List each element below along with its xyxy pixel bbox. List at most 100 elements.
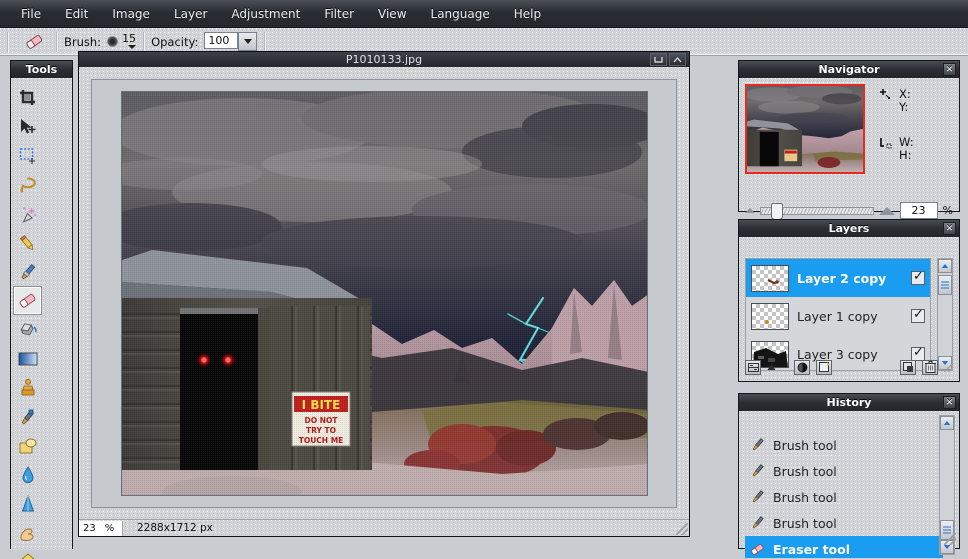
tool-pencil[interactable] [13, 228, 42, 257]
layer-thumbnail[interactable] [751, 265, 789, 292]
layers-resize-grip[interactable] [944, 363, 953, 372]
layer-visibility-checkbox[interactable] [911, 309, 925, 323]
tool-rect-marquee[interactable] [13, 141, 42, 170]
tool-crop[interactable] [13, 83, 42, 112]
minimize-button[interactable] [650, 53, 667, 66]
tool-magic-wand[interactable] [13, 199, 42, 228]
blend-mode-button[interactable] [745, 360, 761, 375]
history-row[interactable]: Brush tool [745, 510, 943, 536]
layer-name: Layer 1 copy [797, 309, 903, 324]
navigator-info: X: Y: W: H: [865, 84, 953, 196]
tool-move[interactable] [13, 112, 42, 141]
menu-bar: File Edit Image Layer Adjustment Filter … [0, 0, 968, 28]
brush-size-caret-icon[interactable] [128, 45, 136, 49]
tool-eraser[interactable] [13, 286, 42, 315]
menu-item-language[interactable]: Language [420, 3, 501, 25]
zoom-slider-track[interactable] [760, 207, 874, 215]
menu-item-edit[interactable]: Edit [54, 3, 99, 25]
document-title-bar[interactable]: P1010133.jpg [79, 52, 689, 67]
layer-list: Layer 2 copy Layer 1 copy [745, 258, 931, 371]
menu-item-filter[interactable]: Filter [313, 3, 365, 25]
resize-grip[interactable] [676, 523, 688, 535]
zoom-slider-handle[interactable] [771, 203, 783, 220]
new-layer-mask-button[interactable] [816, 360, 832, 375]
chevron-down-icon [244, 39, 252, 44]
status-zoom-unit: % [105, 521, 115, 536]
layer-row[interactable]: Layer 2 copy [746, 259, 930, 297]
history-scroll-up-button[interactable] [940, 416, 954, 430]
delete-layer-button[interactable] [922, 360, 938, 375]
tool-gradient[interactable] [13, 344, 42, 373]
history-label: Eraser tool [773, 542, 850, 557]
layer-thumbnail[interactable] [751, 303, 789, 330]
menu-item-help[interactable]: Help [503, 3, 552, 25]
eraser-icon [749, 541, 766, 557]
minimize-icon [654, 56, 663, 64]
status-zoom[interactable]: 23 % [79, 521, 123, 536]
layer-thumb-art [752, 304, 789, 330]
zoom-in-icon[interactable] [879, 207, 895, 215]
menu-item-view[interactable]: View [367, 3, 417, 25]
navigator-close-button[interactable]: ✕ [943, 63, 956, 76]
history-row[interactable]: Brush tool [745, 458, 943, 484]
crop-icon [18, 88, 38, 108]
layers-scroll-up-button[interactable] [938, 259, 952, 273]
layer-visibility-checkbox[interactable] [911, 271, 925, 285]
tool-patch[interactable] [13, 431, 42, 460]
brush-preview-icon[interactable] [107, 36, 118, 47]
menu-item-image[interactable]: Image [101, 3, 161, 25]
navigator-thumbnail[interactable] [745, 84, 865, 174]
zoom-out-icon[interactable] [745, 208, 755, 213]
opacity-dropdown-button[interactable] [238, 32, 257, 51]
tool-sharpen[interactable] [13, 489, 42, 518]
gradient-icon [18, 351, 38, 367]
tool-paint-bucket[interactable] [13, 315, 42, 344]
history-resize-grip[interactable] [944, 533, 956, 545]
opacity-input[interactable]: 100 [204, 32, 238, 49]
navigator-zoom-slider[interactable]: 23 % [745, 202, 953, 219]
menu-item-file[interactable]: File [10, 3, 52, 25]
image-canvas[interactable]: I BITE DO NOT TRY TO TOUCH ME [121, 91, 648, 496]
layer-row[interactable]: Layer 1 copy [746, 297, 930, 335]
layers-close-button[interactable]: ✕ [943, 222, 956, 235]
collapse-arrow-icon[interactable] [767, 364, 776, 371]
layers-title-text: Layers [829, 222, 870, 235]
paintbrush-icon [18, 262, 38, 282]
history-row[interactable]: Brush tool [745, 432, 943, 458]
tool-brush[interactable] [13, 257, 42, 286]
lasso-icon [18, 175, 38, 195]
layers-panel: Layers ✕ Layer 2 copy [738, 219, 960, 382]
tool-smudge[interactable] [13, 518, 42, 547]
maximize-button[interactable] [669, 53, 686, 66]
tool-blur[interactable] [13, 460, 42, 489]
clone-stamp-icon [18, 378, 38, 398]
status-zoom-value: 23 [83, 521, 96, 536]
history-row[interactable]: Brush tool [745, 484, 943, 510]
duplicate-layer-button[interactable] [900, 360, 916, 375]
menu-item-layer[interactable]: Layer [163, 3, 218, 25]
active-tool-icon[interactable] [21, 30, 49, 54]
history-row[interactable]: Eraser tool [745, 536, 943, 558]
pencil-icon [18, 233, 38, 253]
navigator-zoom-input[interactable]: 23 [900, 202, 938, 219]
water-drop-icon [18, 465, 38, 485]
history-close-button[interactable]: ✕ [943, 396, 956, 409]
tool-lasso[interactable] [13, 170, 42, 199]
navigator-y-label: Y: [899, 101, 911, 114]
position-crosshair-icon [879, 88, 893, 102]
document-window: P1010133.jpg [78, 51, 690, 537]
tool-sponge[interactable] [13, 547, 42, 559]
paint-bucket-icon [18, 320, 38, 340]
layers-scroll-thumb[interactable] [938, 275, 952, 295]
history-title: History ✕ [739, 394, 959, 411]
tool-healing-brush[interactable] [13, 402, 42, 431]
grip-icon [941, 281, 949, 289]
adjustment-layer-button[interactable] [794, 360, 810, 375]
dimensions-icon [879, 136, 893, 150]
menu-item-adjustment[interactable]: Adjustment [220, 3, 311, 25]
brush-size-value[interactable]: 15 [122, 32, 136, 45]
brush-icon [749, 437, 766, 453]
layers-scrollbar[interactable] [937, 258, 953, 371]
tool-clone-stamp[interactable] [13, 373, 42, 402]
tools-grid: A [11, 78, 72, 550]
